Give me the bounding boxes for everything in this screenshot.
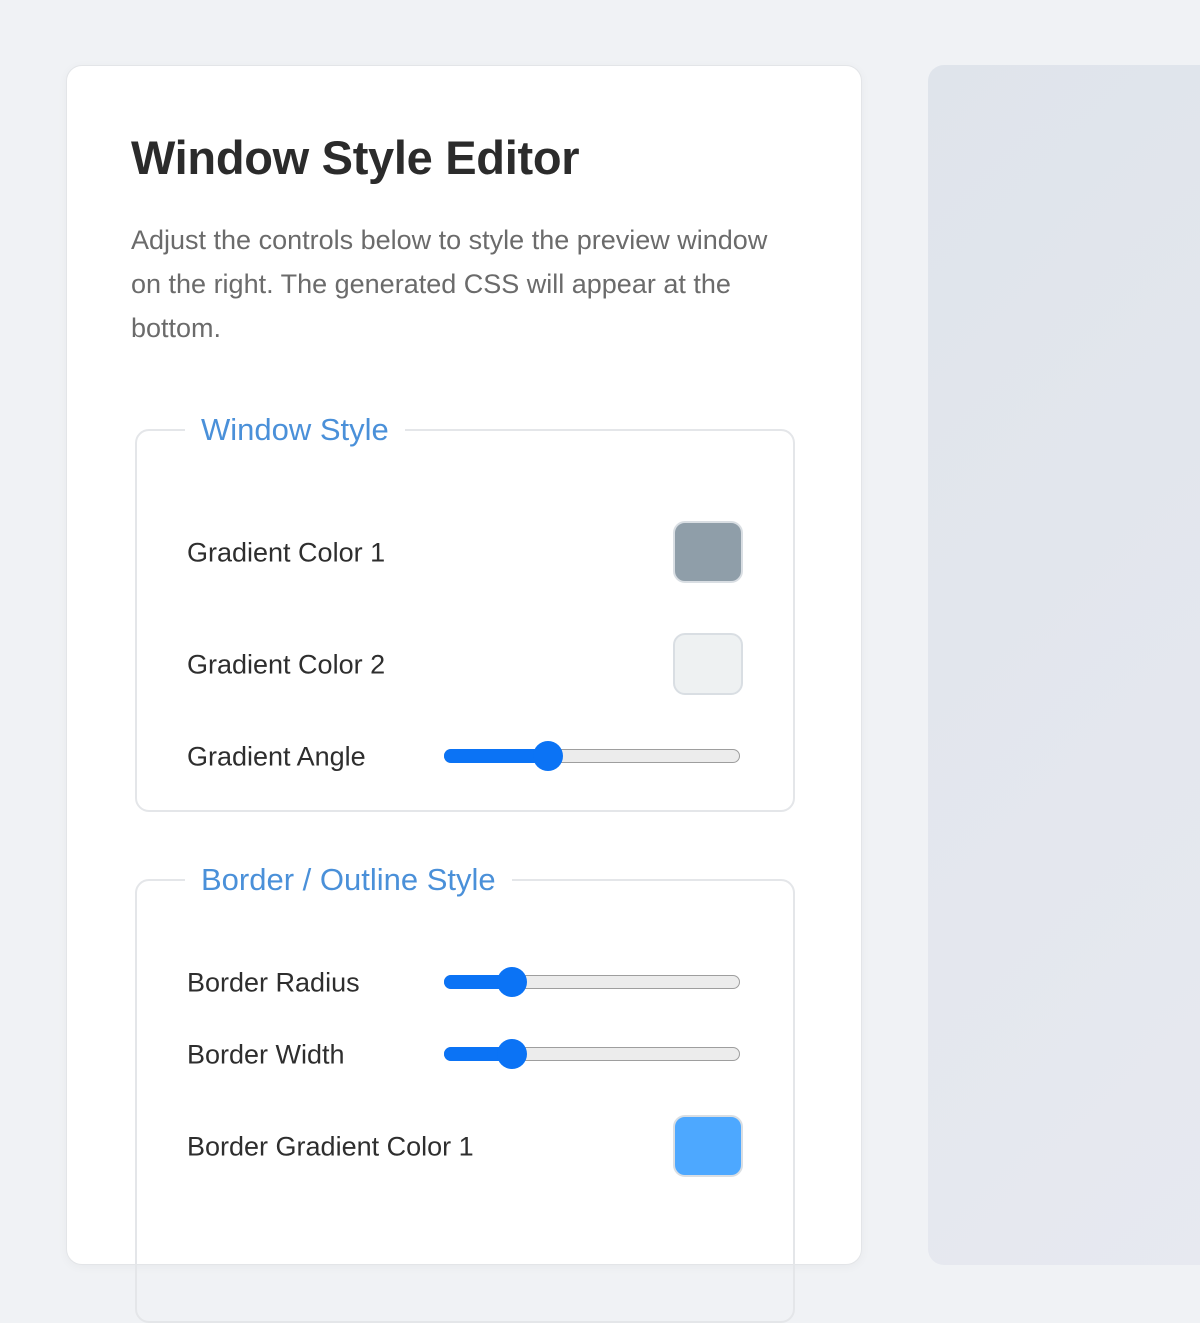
gradient-angle-label: Gradient Angle (187, 741, 366, 772)
slider-thumb[interactable] (497, 967, 528, 997)
border-style-legend: Border / Outline Style (201, 862, 496, 897)
border-gradient-color-1-label: Border Gradient Color 1 (187, 1131, 474, 1162)
window-style-legend: Window Style (201, 412, 389, 447)
border-width-label: Border Width (187, 1039, 345, 1070)
border-width-slider[interactable] (444, 1039, 740, 1069)
editor-description: Adjust the controls below to style the p… (131, 225, 768, 343)
gradient-color-2-row: Gradient Color 2 (187, 633, 747, 697)
gradient-angle-row: Gradient Angle (187, 725, 747, 789)
gradient-color-2-picker[interactable] (673, 633, 743, 695)
border-radius-label: Border Radius (187, 967, 360, 998)
style-editor-panel: Window Style Editor Adjust the controls … (66, 65, 862, 1323)
gradient-color-1-row: Gradient Color 1 (187, 521, 747, 585)
gradient-color-1-label: Gradient Color 1 (187, 537, 386, 568)
page-title: Window Style Editor (131, 131, 580, 184)
border-radius-slider[interactable] (444, 967, 740, 997)
border-style-group: Border / Outline Style Border Radius Bor… (135, 863, 795, 1323)
window-style-group: Window Style Gradient Color 1 Gradient C… (135, 413, 795, 812)
border-radius-row: Border Radius (187, 951, 747, 1015)
gradient-color-2-label: Gradient Color 2 (187, 649, 386, 680)
slider-thumb[interactable] (497, 1039, 528, 1069)
border-width-row: Border Width (187, 1023, 747, 1087)
slider-thumb[interactable] (532, 741, 563, 771)
gradient-color-1-picker[interactable] (673, 521, 743, 583)
preview-window (928, 65, 1200, 1265)
gradient-angle-slider[interactable] (444, 741, 740, 771)
border-gradient-color-1-picker[interactable] (673, 1115, 743, 1177)
border-gradient-color-1-row: Border Gradient Color 1 (187, 1115, 747, 1179)
